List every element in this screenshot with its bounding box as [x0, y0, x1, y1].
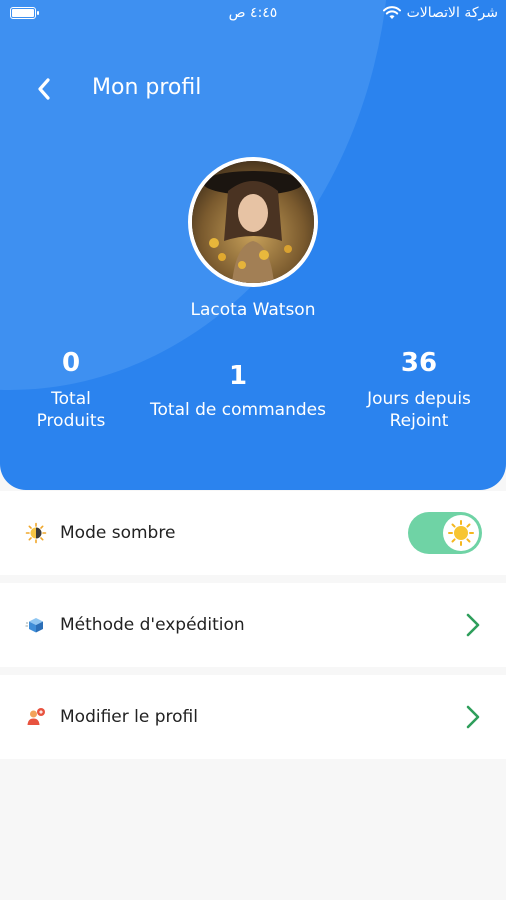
setting-edit-profile[interactable]: Modifier le profil — [0, 675, 506, 759]
setting-shipping-method[interactable]: Méthode d'expédition — [0, 583, 506, 667]
back-button[interactable] — [28, 72, 60, 106]
profile-photo — [192, 161, 314, 283]
chevron-left-icon — [38, 78, 50, 100]
setting-dark-mode: Mode sombre — [0, 491, 506, 575]
stat-label-line2: Produits — [36, 411, 106, 431]
stat-days-joined: 36 Jours depuis Rejoint — [352, 348, 486, 432]
sun-moon-icon — [24, 521, 48, 545]
wifi-icon — [382, 6, 401, 20]
chevron-right-icon[interactable] — [462, 702, 484, 732]
stat-total-orders: 1 Total de commandes — [138, 361, 338, 421]
dark-mode-toggle[interactable] — [408, 512, 482, 554]
stat-value: 1 — [228, 361, 248, 391]
setting-label: Modifier le profil — [60, 707, 198, 727]
status-bar: ٤:٤٥ ص شركة الاتصالات — [0, 0, 506, 28]
toggle-knob — [443, 515, 479, 551]
user-name: Lacota Watson — [190, 300, 316, 320]
avatar[interactable] — [188, 157, 318, 287]
stat-label-line1: Total — [51, 389, 91, 409]
setting-label: Mode sombre — [60, 523, 176, 543]
carrier-name: شركة الاتصالات — [406, 5, 498, 21]
package-box-icon — [24, 613, 48, 637]
page-title: Mon profil — [92, 75, 202, 100]
user-edit-icon — [24, 705, 48, 729]
stat-label-line1: Jours depuis — [367, 389, 471, 409]
profile-header: ٤:٤٥ ص شركة الاتصالات Mon profil Lacota … — [0, 0, 506, 490]
chevron-right-icon[interactable] — [462, 610, 484, 640]
carrier-info: شركة الاتصالات — [382, 5, 498, 21]
setting-label: Méthode d'expédition — [60, 615, 245, 635]
stat-value: 36 — [400, 348, 438, 378]
stat-total-products: 0 Total Produits — [16, 348, 126, 432]
stat-value: 0 — [61, 348, 81, 378]
stat-label-line1: Total de commandes — [150, 400, 326, 420]
sun-icon — [448, 520, 474, 546]
stat-label-line2: Rejoint — [389, 411, 449, 431]
